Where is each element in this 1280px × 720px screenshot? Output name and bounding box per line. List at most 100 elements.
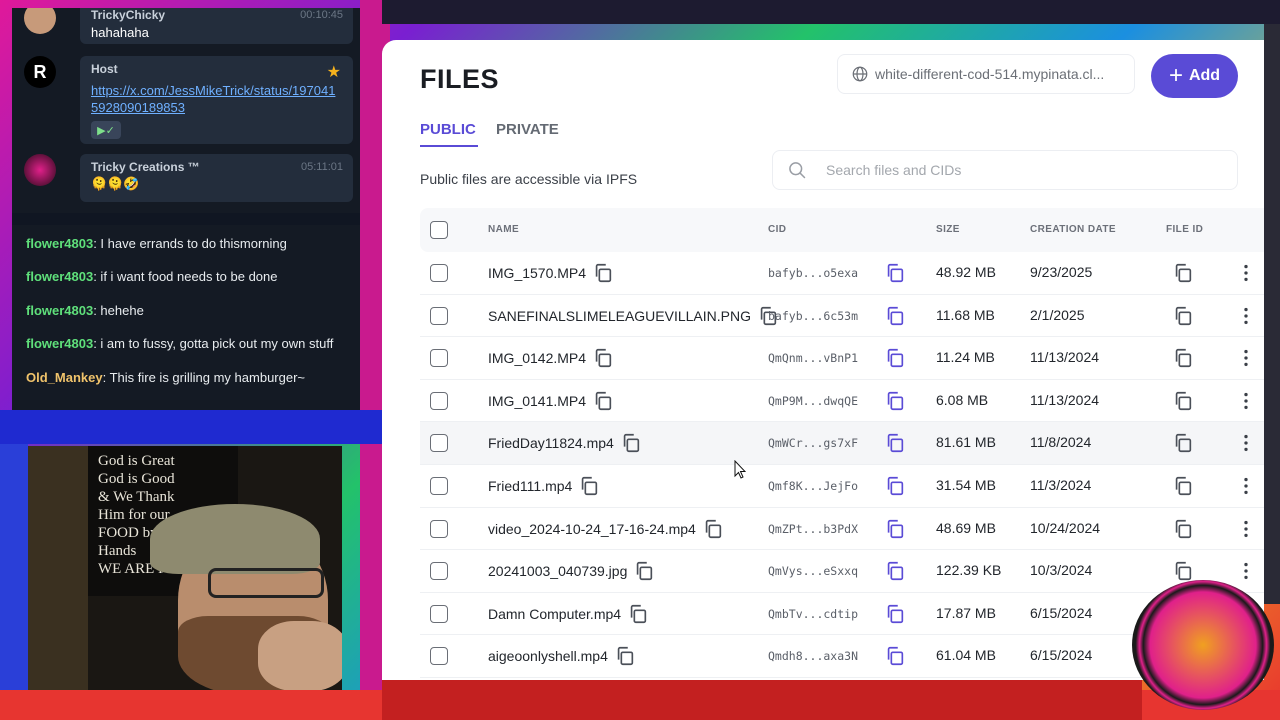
file-creation-date: 11/3/2024: [1030, 477, 1092, 493]
column-header-file-id[interactable]: FILE ID: [1166, 224, 1203, 235]
copy-file-id-icon[interactable]: [1172, 432, 1194, 459]
column-header-date[interactable]: CREATION DATE: [1030, 224, 1116, 235]
copy-name-icon[interactable]: [578, 475, 600, 497]
column-header-name[interactable]: NAME: [488, 224, 519, 235]
file-name: IMG_0142.MP4: [488, 350, 587, 367]
copy-name-icon[interactable]: [614, 645, 636, 667]
copy-cid-icon[interactable]: [884, 560, 906, 587]
table-row[interactable]: FriedDay11824.mp4 QmWCr...gs7xF 81.61 MB 11…: [420, 422, 1264, 465]
file-name: Damn Computer.mp4: [488, 605, 622, 622]
copy-name-icon[interactable]: [627, 603, 649, 625]
tab-private[interactable]: PRIVATE: [496, 121, 559, 138]
file-cid: Qmf8K...JejFo: [768, 479, 859, 493]
more-options-icon[interactable]: [1235, 518, 1257, 545]
file-cid: Qmdh8...axa3N: [768, 649, 859, 664]
file-name: 20241003_040739.jpg: [488, 563, 628, 580]
file-name: IMG_1570.MP4: [488, 265, 587, 281]
copy-name-icon[interactable]: [592, 262, 614, 284]
search-box[interactable]: [772, 150, 1238, 190]
copy-name-icon[interactable]: [592, 390, 614, 412]
row-checkbox[interactable]: [430, 604, 448, 623]
row-checkbox[interactable]: [430, 519, 448, 538]
file-size: 48.92 MB: [936, 264, 996, 280]
row-checkbox[interactable]: [430, 391, 448, 410]
chat-line: flower4803: if i want food needs to be d…: [26, 269, 278, 284]
copy-name-icon[interactable]: [633, 560, 655, 582]
copy-cid-icon[interactable]: [884, 305, 906, 332]
copy-cid-icon[interactable]: [884, 262, 906, 289]
file-cid: bafyb...o5exa: [768, 266, 859, 280]
file-cid: QmWCr...gs7xF: [768, 436, 859, 451]
file-name: SANEFINALSLIMELEAGUEVILLAIN.PNG: [488, 307, 751, 324]
copy-file-id-icon[interactable]: [1172, 347, 1194, 374]
copy-cid-icon[interactable]: [884, 475, 906, 502]
table-row[interactable]: SANEFINALSLIMELEAGUEVILLAIN.PNG bafyb...6…: [420, 295, 1264, 338]
more-options-icon[interactable]: [1235, 475, 1257, 502]
more-options-icon[interactable]: [1235, 347, 1257, 374]
file-creation-date: 10/3/2024: [1030, 562, 1093, 579]
table-row[interactable]: 20241003_040739.jpg QmVys...eSxxq 122.39 K…: [420, 550, 1264, 593]
file-creation-date: 11/13/2024: [1030, 349, 1100, 366]
file-creation-date: 10/24/2024: [1030, 519, 1101, 536]
column-header-cid[interactable]: CID: [768, 224, 786, 235]
file-name: IMG_0141.MP4: [488, 392, 587, 409]
copy-name-icon[interactable]: [702, 518, 724, 540]
row-checkbox[interactable]: [430, 264, 448, 282]
play-icon[interactable]: ▶✓: [91, 121, 121, 139]
file-name: video_2024-10-24_17-16-24.mp4: [488, 520, 696, 537]
chat-link[interactable]: https://x.com/JessMikeTrick/status/19704…: [91, 82, 342, 116]
gateway-url: white-different-cod-514.mypinata.cl...: [875, 66, 1105, 82]
more-options-icon[interactable]: [1235, 262, 1257, 289]
chat-line: Old_Mankey: This fire is grilling my ham…: [26, 370, 306, 385]
avatar: [24, 154, 56, 186]
copy-cid-icon[interactable]: [884, 390, 906, 417]
camo-cap: [150, 504, 320, 574]
row-checkbox[interactable]: [430, 434, 448, 453]
copy-file-id-icon[interactable]: [1172, 390, 1194, 417]
more-options-icon[interactable]: [1235, 560, 1257, 587]
table-row[interactable]: IMG_0141.MP4 QmP9M...dwqQE 6.08 MB 11/13/20…: [420, 380, 1264, 423]
visibility-description: Public files are accessible via IPFS: [420, 171, 638, 187]
webcam-feed: God is Great God is Good & We Thank Him …: [28, 446, 342, 690]
more-options-icon[interactable]: [1235, 305, 1257, 332]
copy-file-id-icon[interactable]: [1172, 305, 1194, 332]
chat-line: flower4803: hehehe: [26, 303, 144, 318]
copy-name-icon[interactable]: [592, 347, 614, 369]
search-input[interactable]: [826, 162, 1206, 178]
chat-overlay: TrickyChicky 00:10:45 hahahaha R Host ★ …: [12, 8, 360, 410]
column-header-size[interactable]: SIZE: [936, 224, 960, 235]
more-options-icon[interactable]: [1235, 432, 1257, 459]
plus-icon: +: [1168, 62, 1183, 89]
row-checkbox[interactable]: [430, 306, 448, 325]
table-row[interactable]: IMG_0142.MP4 QmQnm...vBnP1 11.24 MB 11/13/2…: [420, 337, 1264, 380]
hand: [258, 621, 342, 690]
copy-cid-icon[interactable]: [884, 347, 906, 374]
file-cid: QmZPt...b3PdX: [768, 521, 859, 536]
tab-public[interactable]: PUBLIC: [420, 121, 476, 138]
table-row[interactable]: video_2024-10-24_17-16-24.mp4 QmZPt...b3P…: [420, 508, 1264, 551]
row-checkbox[interactable]: [430, 562, 448, 581]
copy-cid-icon[interactable]: [884, 603, 906, 630]
copy-file-id-icon[interactable]: [1172, 475, 1194, 502]
table-row[interactable]: Fried111.mp4 Qmf8K...JejFo 31.54 MB 11/3/20…: [420, 465, 1264, 508]
row-checkbox[interactable]: [430, 349, 448, 368]
row-checkbox[interactable]: [430, 647, 448, 666]
active-tab-indicator: [420, 145, 478, 147]
add-button[interactable]: + Add: [1151, 54, 1238, 98]
copy-cid-icon[interactable]: [884, 432, 906, 459]
file-cid: QmP9M...dwqQE: [768, 393, 859, 408]
row-checkbox[interactable]: [430, 477, 448, 495]
chat-timestamp: 05:11:01: [300, 161, 343, 173]
select-all-checkbox[interactable]: [430, 221, 448, 239]
more-options-icon[interactable]: [1235, 390, 1257, 417]
gateway-selector[interactable]: white-different-cod-514.mypinata.cl...: [837, 54, 1135, 94]
copy-file-id-icon[interactable]: [1172, 262, 1194, 289]
file-creation-date: 9/23/2025: [1030, 264, 1093, 280]
copy-cid-icon[interactable]: [884, 645, 906, 672]
table-row[interactable]: IMG_1570.MP4 bafyb...o5exa 48.92 MB 9/23/20…: [420, 252, 1264, 295]
file-name: FriedDay11824.mp4: [488, 435, 614, 452]
file-creation-date: 11/13/2024: [1030, 391, 1100, 408]
copy-name-icon[interactable]: [620, 432, 642, 454]
copy-file-id-icon[interactable]: [1172, 518, 1194, 545]
copy-cid-icon[interactable]: [884, 518, 906, 545]
